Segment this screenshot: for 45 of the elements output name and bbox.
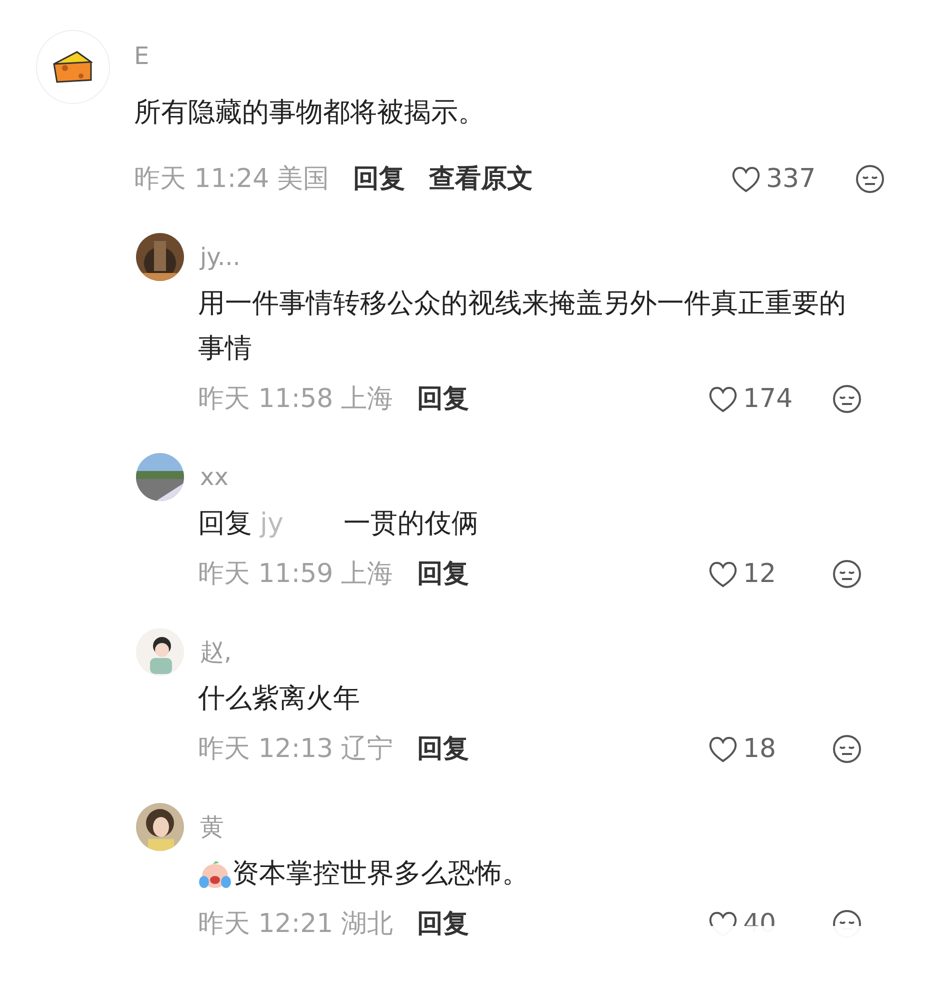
like-count: 337 [766, 162, 816, 196]
comment-text: 所有隐藏的事物都将被揭示。 [134, 96, 486, 130]
comment-location: 湖北 [341, 908, 394, 940]
comment-time: 昨天 12:13 [198, 732, 334, 766]
comment-location: 辽宁 [341, 732, 394, 766]
avatar[interactable] [36, 30, 110, 104]
comment-location: 美国 [277, 162, 330, 196]
heart-icon [707, 734, 739, 764]
like-count: 174 [743, 382, 793, 416]
like-button[interactable]: 337 [730, 160, 830, 198]
like-button[interactable]: 12 [707, 554, 807, 594]
comment-action-link[interactable]: 回复 [417, 554, 470, 594]
heart-icon [730, 164, 762, 194]
comment-text: 什么紫离火年 [198, 682, 361, 716]
comment-action-link[interactable]: 回复 [417, 730, 470, 768]
like-button[interactable]: 174 [707, 380, 807, 418]
cheese-icon [51, 50, 95, 84]
heart-icon [707, 384, 739, 414]
dislike-button[interactable] [831, 558, 863, 590]
like-count: 12 [743, 558, 776, 590]
comment-time: 昨天 12:21 [198, 908, 334, 940]
like-count: 40 [743, 908, 776, 940]
dislike-button[interactable] [831, 733, 863, 765]
comment-time: 昨天 11:58 [198, 382, 334, 416]
like-count: 18 [743, 732, 776, 766]
reply-label: 回复 [198, 507, 252, 541]
comment-action-link[interactable]: 回复 [417, 380, 470, 418]
comment-action-link[interactable]: 查看原文 [429, 160, 534, 198]
comment-time: 昨天 11:24 [134, 162, 270, 196]
face-icon [854, 163, 886, 195]
like-button[interactable]: 18 [707, 730, 807, 768]
face-icon [831, 733, 863, 765]
face-icon [831, 383, 863, 415]
comment-action-link[interactable]: 回复 [353, 160, 406, 198]
heart-icon [707, 559, 739, 589]
comment-text: 用一件事情转移公众的视线来掩盖另外一件真正重要的事情 [198, 287, 847, 366]
comment-time: 昨天 11:59 [198, 558, 334, 590]
comment-action-link[interactable]: 回复 [417, 904, 470, 944]
comment-text: 资本掌控世界多么恐怖。 [232, 857, 529, 891]
dislike-button[interactable] [854, 163, 886, 195]
comment-text: 一贯的伎俩 [343, 507, 478, 541]
face-icon [831, 558, 863, 590]
comment-location: 上海 [341, 382, 394, 416]
dislike-button[interactable] [831, 383, 863, 415]
comment-location: 上海 [341, 558, 394, 590]
